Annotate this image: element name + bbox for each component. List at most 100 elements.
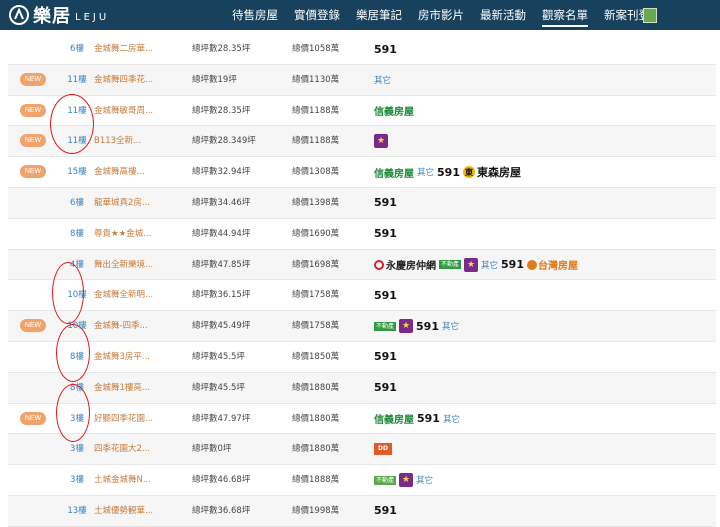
table-row[interactable]: 3樓 四季花園大2... 總坪數0坪 總價1880萬 DD	[8, 434, 716, 466]
floor-link[interactable]: 3樓	[58, 412, 96, 424]
leju-logo[interactable]: 樂居 LEJU	[8, 2, 109, 28]
table-row[interactable]: NEW 10樓 金城舞-四季... 總坪數45.49坪 總價1758萬 不動產 ★ 591 其它	[8, 311, 716, 342]
nav-item-events[interactable]: 最新活動	[480, 0, 526, 30]
listing-title-link[interactable]: 金城舞-四季...	[94, 319, 148, 331]
source-591-logo[interactable]: 591	[416, 321, 439, 332]
floor-link[interactable]: 10樓	[58, 288, 96, 300]
source-591-logo[interactable]: 591	[374, 228, 397, 239]
table-row[interactable]: NEW 15樓 金城舞高樓... 總坪數32.94坪 總價1308萬 信義房屋 其它 591 東…	[8, 157, 716, 188]
user-avatar-icon[interactable]	[643, 8, 657, 23]
floor-link[interactable]: 6樓	[58, 196, 96, 208]
source-other-logo[interactable]: 其它	[443, 413, 460, 425]
floor-link[interactable]: 3樓	[58, 442, 96, 454]
nav-item-actual-price[interactable]: 實價登錄	[294, 0, 340, 30]
floor-link[interactable]: 4樓	[58, 258, 96, 270]
floor-link[interactable]: 6樓	[58, 42, 96, 54]
source-other-link[interactable]: 其它	[481, 259, 498, 271]
source-591-logo[interactable]: 591	[374, 44, 397, 55]
source-xinyi-logo[interactable]: 信義房屋	[374, 103, 414, 118]
listing-title-link[interactable]: 好聽四季花園...	[94, 412, 153, 424]
listing-title-link[interactable]: 龍華城真2房...	[94, 196, 150, 208]
listing-area: 總坪數0坪	[192, 444, 232, 455]
table-row[interactable]: 6樓 金城舞二房華... 總坪數28.35坪 總價1058萬 591	[8, 34, 716, 65]
table-row[interactable]: 10樓 金城舞全新明... 總坪數36.15坪 總價1758萬 591	[8, 280, 716, 312]
source-other-logo[interactable]: 其它	[481, 259, 498, 271]
listing-title-link[interactable]: 金城舞敏哥周...	[94, 104, 153, 116]
source-591-logo[interactable]: 591	[374, 505, 397, 516]
source-diamond-logo[interactable]: DD	[374, 443, 392, 456]
listing-title-link[interactable]: 舞出全新樂境...	[94, 258, 153, 270]
source-star-logo[interactable]: ★	[399, 473, 414, 488]
source-other-logo[interactable]: 其它	[442, 320, 459, 332]
source-591-logo[interactable]: 591	[374, 290, 397, 301]
floor-link[interactable]: 11樓	[58, 104, 96, 116]
table-row[interactable]: NEW 3樓 好聽四季花園... 總坪數47.97坪 總價1880萬 信義房屋 591 其它	[8, 404, 716, 435]
source-other-link[interactable]: 其它	[442, 320, 459, 332]
source-dongsen-logo[interactable]: 東東森房屋	[462, 164, 521, 180]
floor-link[interactable]: 8樓	[58, 227, 96, 239]
table-row[interactable]: 4樓 舞出全新樂境... 總坪數47.85坪 總價1698萬 永慶房仲網 不動產 ★ 其它 59…	[8, 249, 716, 281]
floor-link[interactable]: 3樓	[58, 473, 96, 485]
table-row[interactable]: 13樓 土城優勢観華... 總坪數36.68坪 總價1998萬 591	[8, 495, 716, 527]
listing-area: 總坪數28.35坪	[192, 105, 251, 116]
source-greenbox2-logo[interactable]: 不動產	[374, 475, 397, 485]
table-row[interactable]: NEW 11樓 金城舞四季花... 總坪數19坪 總價1130萬 其它	[8, 64, 716, 96]
nav-item-notes[interactable]: 樂居筆記	[356, 0, 402, 30]
source-591-logo[interactable]: 591	[417, 413, 440, 424]
source-other-link[interactable]: 其它	[443, 413, 460, 425]
source-other-link[interactable]: 其它	[374, 74, 391, 86]
nav-item-watchlist[interactable]: 觀察名單	[542, 0, 588, 30]
listing-title-link[interactable]: 金城舞全新明...	[94, 288, 153, 300]
listing-title-link[interactable]: 土城金城舞N...	[94, 473, 151, 485]
source-xinyi-text: 信義房屋	[374, 168, 414, 180]
listing-title-link[interactable]: 尊貴★★金城...	[94, 227, 151, 239]
source-greenbox-logo[interactable]: 不動產	[439, 260, 462, 270]
source-xinyi-logo[interactable]: 信義房屋	[374, 411, 414, 426]
source-591-logo[interactable]: 591	[374, 197, 397, 208]
floor-link[interactable]: 8樓	[58, 381, 96, 393]
table-row[interactable]: 3樓 土城金城舞N... 總坪數46.68坪 總價1888萬 不動產 ★ 其它	[8, 465, 716, 496]
source-other-link[interactable]: 其它	[417, 166, 434, 178]
source-star-logo[interactable]: ★	[464, 257, 479, 272]
source-other-logo[interactable]: 其它	[416, 474, 433, 486]
source-591-logo[interactable]: 591	[501, 259, 524, 270]
source-yongqing-logo[interactable]: 永慶房仲網	[374, 257, 436, 272]
listing-price: 總價1850萬	[292, 351, 340, 362]
floor-link[interactable]: 13樓	[58, 504, 96, 516]
listing-title-link[interactable]: 金城舞高樓...	[94, 165, 145, 177]
nav-item-videos[interactable]: 房市影片	[418, 0, 464, 30]
floor-link[interactable]: 11樓	[58, 134, 96, 146]
floor-link[interactable]: 8樓	[58, 350, 96, 362]
floor-link[interactable]: 10樓	[58, 319, 96, 331]
floor-link[interactable]: 11樓	[58, 73, 96, 85]
table-row[interactable]: 8樓 金城舞1樓亮... 總坪數45.5坪 總價1880萬 591	[8, 372, 716, 404]
listing-title-link[interactable]: B113全新...	[94, 134, 141, 146]
table-row[interactable]: 8樓 金城舞3房平... 總坪數45.5坪 總價1850萬 591	[8, 342, 716, 373]
table-row[interactable]: NEW 11樓 金城舞敏哥周... 總坪數28.35坪 總價1188萬 信義房屋	[8, 96, 716, 127]
nav-item-for-sale[interactable]: 待售房屋	[232, 0, 278, 30]
listing-title-link[interactable]: 四季花園大2...	[94, 442, 150, 454]
source-taiwan-logo[interactable]: 台灣房屋	[527, 257, 578, 272]
source-other-link[interactable]: 其它	[416, 474, 433, 486]
listing-sources: 591	[374, 39, 400, 59]
table-row[interactable]: NEW 11樓 B113全新... 總坪數28.349坪 總價1188萬 ★	[8, 126, 716, 158]
source-other-logo[interactable]: 其它	[374, 74, 391, 86]
source-591-logo[interactable]: 591	[374, 351, 397, 362]
source-591-logo[interactable]: 591	[437, 167, 460, 178]
listing-title-link[interactable]: 金城舞3房平...	[94, 350, 150, 362]
listing-title-link[interactable]: 金城舞二房華...	[94, 42, 153, 54]
source-591-logo[interactable]: 591	[374, 382, 397, 393]
listing-sources: 591	[374, 193, 400, 213]
table-row[interactable]: 6樓 龍華城真2房... 總坪數34.46坪 總價1398萬 591	[8, 187, 716, 219]
listing-title-link[interactable]: 土城優勢観華...	[94, 504, 153, 516]
source-star-logo[interactable]: ★	[374, 134, 388, 149]
new-badge: NEW	[20, 411, 46, 425]
listing-title-link[interactable]: 金城舞四季花...	[94, 73, 153, 85]
floor-link[interactable]: 15樓	[58, 165, 96, 177]
table-row[interactable]: 8樓 尊貴★★金城... 總坪數44.94坪 總價1690萬 591	[8, 219, 716, 250]
listing-title-link[interactable]: 金城舞1樓亮...	[94, 381, 150, 393]
source-star-logo[interactable]: ★	[399, 319, 414, 334]
source-other-logo[interactable]: 其它	[417, 166, 434, 178]
source-xinyi-logo[interactable]: 信義房屋	[374, 165, 414, 180]
source-greenbox-logo[interactable]: 不動產	[374, 321, 397, 331]
